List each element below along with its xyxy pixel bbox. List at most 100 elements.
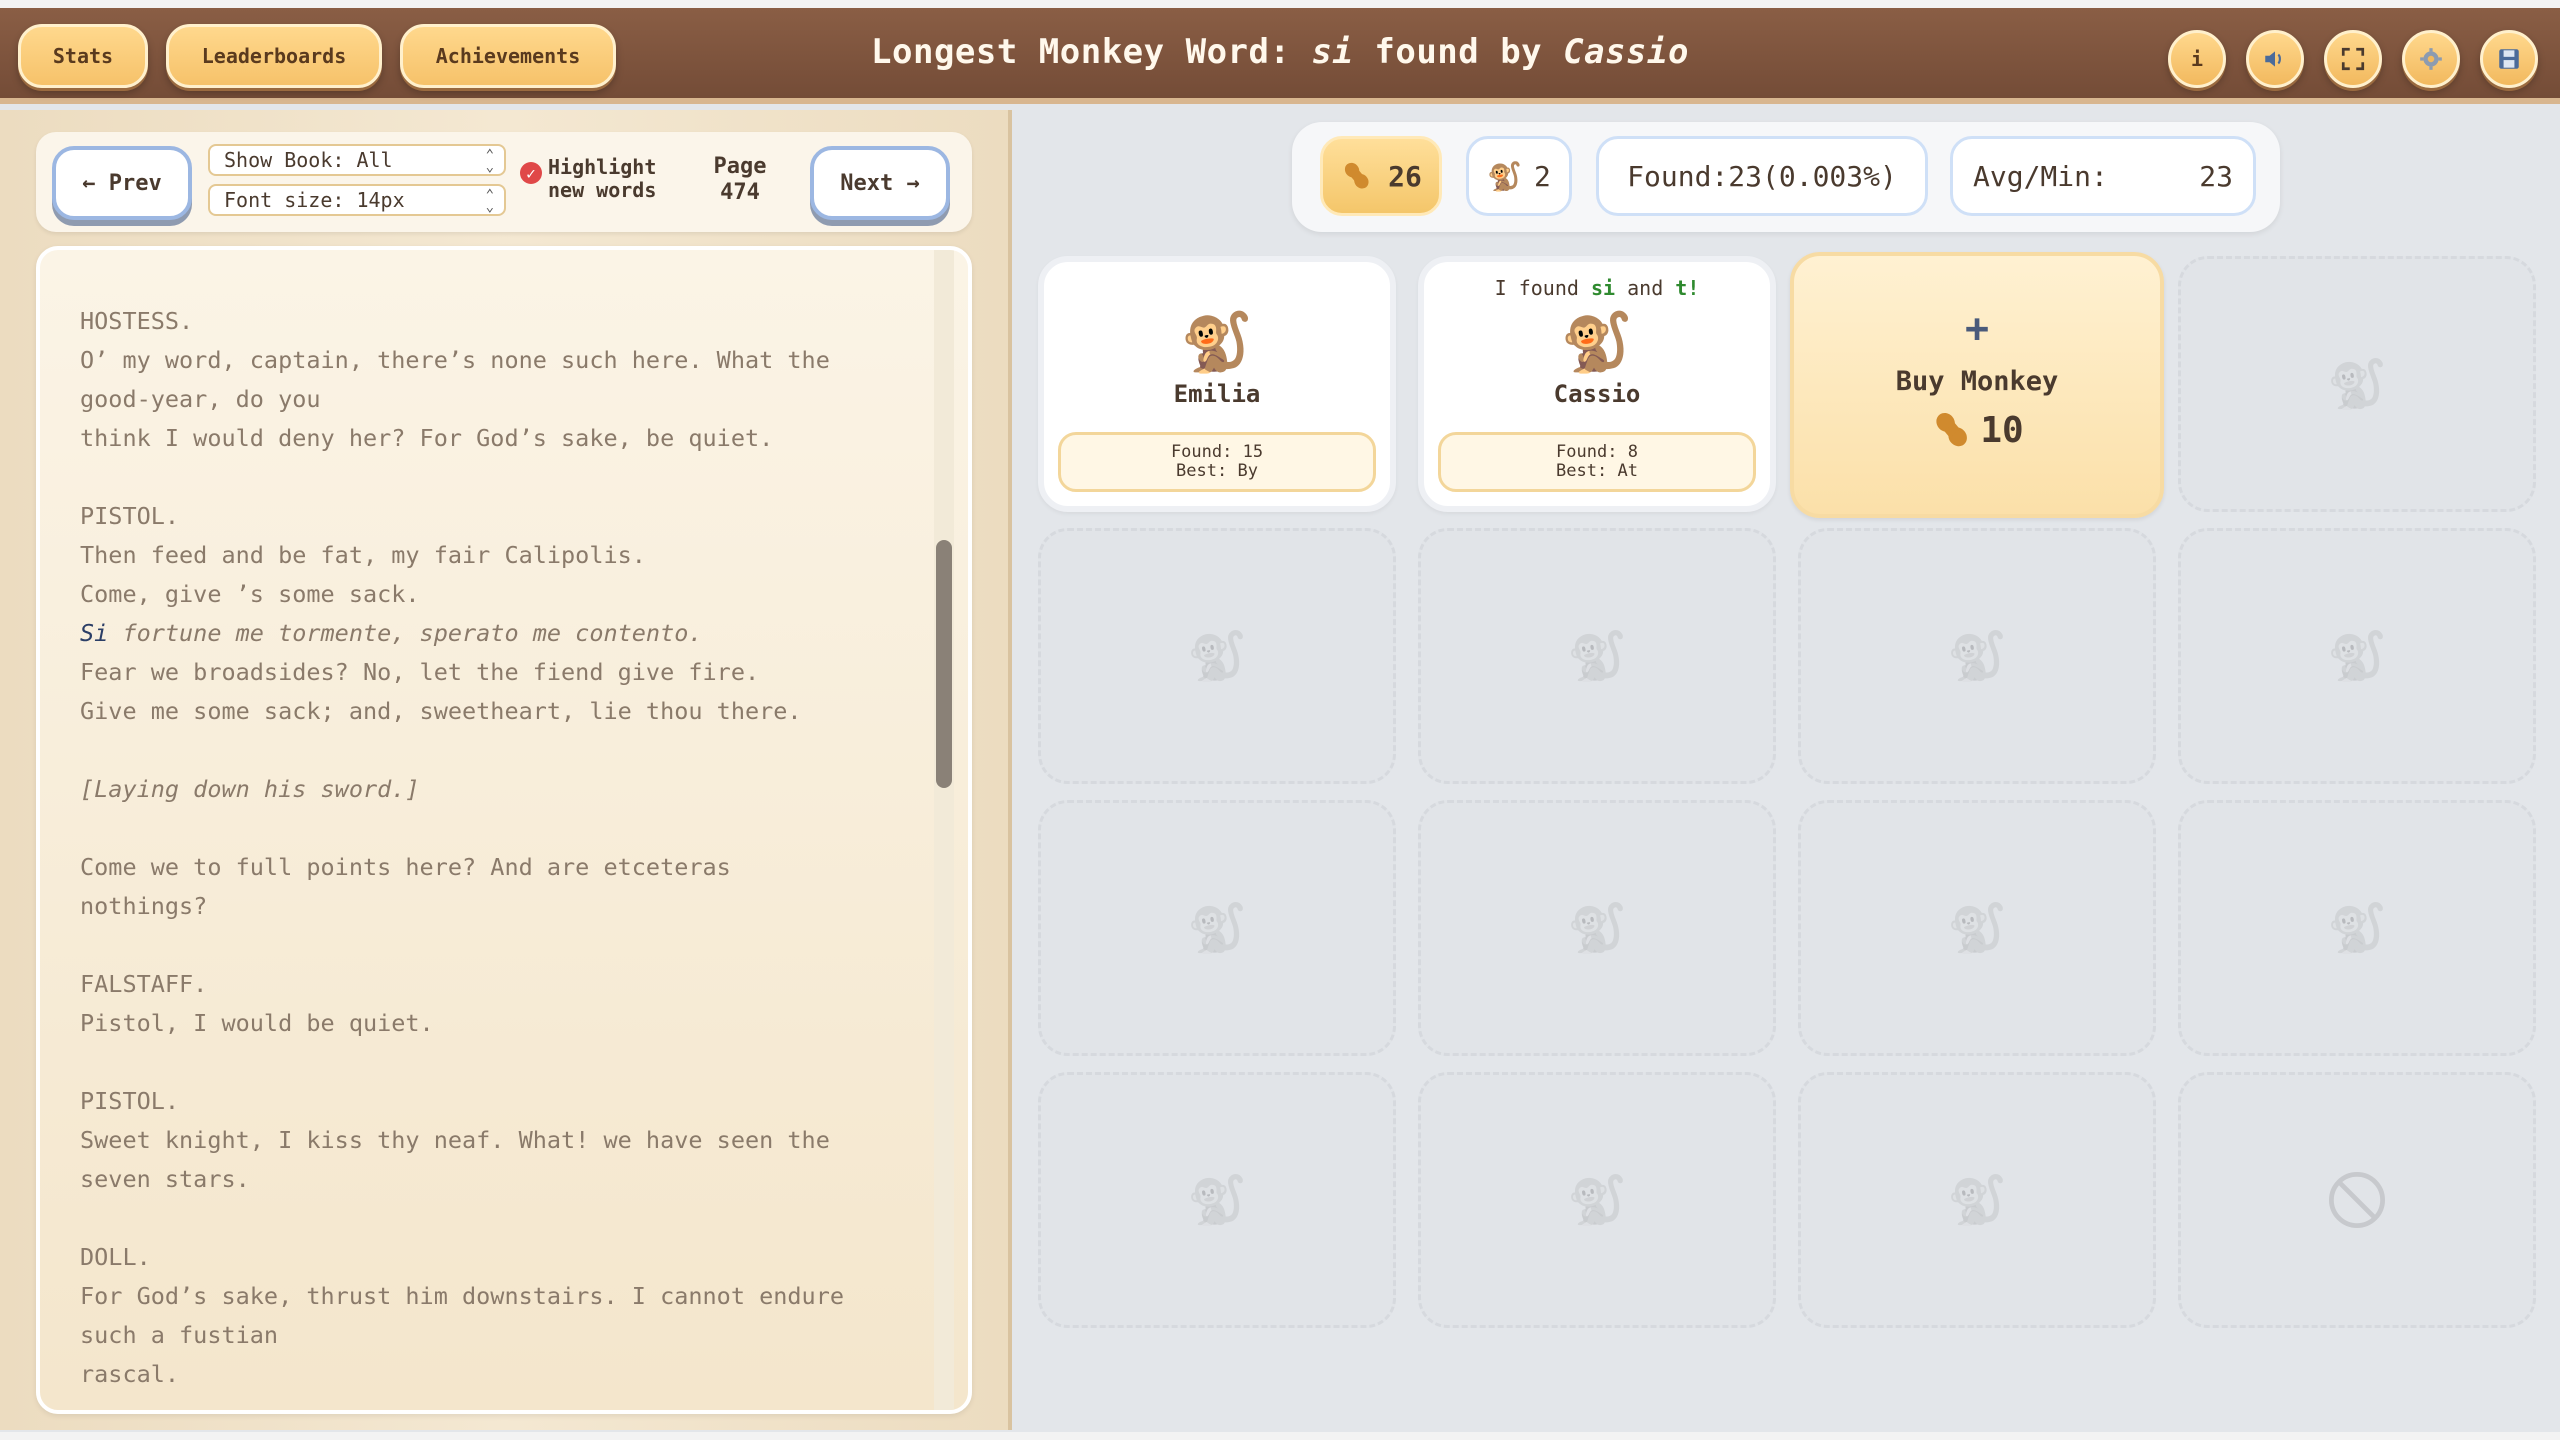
save-button[interactable] xyxy=(2480,30,2538,88)
avg-per-min: Avg/Min: 23 xyxy=(1950,136,2256,216)
achievements-button[interactable]: Achievements xyxy=(400,24,616,88)
page-label: Page xyxy=(713,154,767,179)
header-bar: Stats Leaderboards Achievements Longest … xyxy=(0,8,2560,104)
monkey-stats: Found: 15 Best: By xyxy=(1058,432,1376,492)
monkey-card-cassio[interactable]: I found si and t! 🐒 Cassio Found: 8 Best… xyxy=(1418,256,1776,512)
show-book-select[interactable]: Show Book: All ⌃ ⌄ xyxy=(208,144,506,176)
speech-and: and xyxy=(1627,276,1664,300)
book-page: HOSTESS. O’ my word, captain, there’s non… xyxy=(36,246,972,1414)
buy-price: 10 xyxy=(1794,408,2160,452)
monkey-silhouette-icon: 🐒 xyxy=(1947,628,2007,685)
buy-monkey-label: Buy Monkey xyxy=(1895,366,2059,397)
monkey-silhouette-icon: 🐒 xyxy=(1567,1172,1627,1229)
empty-slot: 🐒 xyxy=(1038,800,1396,1056)
monkey-best: Best: By xyxy=(1176,461,1258,481)
monkey-silhouette-icon: 🐒 xyxy=(1947,900,2007,957)
book-line xyxy=(80,1199,930,1238)
book-line: Then feed and be fat, my fair Calipolis. xyxy=(80,541,646,569)
book-line xyxy=(80,809,930,848)
book-line: Si fortune me tormente, sperato me conte… xyxy=(80,619,703,647)
stats-bar: 26 🐒 2 Found:23(0.003%) Avg/Min: 23 xyxy=(1292,122,2280,232)
buy-monkey-button[interactable]: + Buy Monkey 10 xyxy=(1790,252,2164,518)
peanut-count: 26 xyxy=(1388,159,1422,193)
prev-page-button[interactable]: ← Prev xyxy=(52,146,192,220)
settings-button[interactable] xyxy=(2402,30,2460,88)
monkey-found: Found: 15 xyxy=(1170,442,1264,462)
fullscreen-button[interactable] xyxy=(2324,30,2382,88)
book-line xyxy=(80,731,930,770)
book-line: Come, give ’s some sack. xyxy=(80,580,420,608)
save-icon xyxy=(2499,49,2519,69)
empty-slot: 🐒 xyxy=(1798,800,2156,1056)
empty-slot: 🐒 xyxy=(1418,1072,1776,1328)
empty-slot: 🐒 xyxy=(1038,1072,1396,1328)
empty-slot: 🐒 xyxy=(1798,528,2156,784)
peanut-icon xyxy=(1936,412,1968,447)
found-value: Found:23(0.003%) xyxy=(1627,159,1897,193)
empty-slot: 🐒 xyxy=(2178,528,2536,784)
scrollbar-thumb[interactable] xyxy=(936,540,952,788)
monkey-silhouette-icon: 🐒 xyxy=(1947,1172,2007,1229)
monkey-name: Emilia xyxy=(1173,380,1261,408)
monkey-silhouette-icon: 🐒 xyxy=(1187,628,1247,685)
blocked-icon xyxy=(2329,1172,2385,1228)
book-line: PISTOL. xyxy=(80,1087,180,1115)
book-line: Give me some sack; and, sweetheart, lie … xyxy=(80,697,802,725)
highlight-label-line2: new words xyxy=(548,178,657,202)
info-button[interactable]: i xyxy=(2168,30,2226,88)
book-line: O’ my word, captain, there’s none such h… xyxy=(80,346,830,374)
avg-value: 23 xyxy=(2199,159,2233,193)
sound-button[interactable] xyxy=(2246,30,2304,88)
title-prefix: Longest Monkey Word: xyxy=(871,32,1291,72)
book-line: Pistol, I would be quiet. xyxy=(80,1009,434,1037)
title-author: Cassio xyxy=(1563,32,1689,72)
monkey-count: 2 xyxy=(1534,159,1551,193)
book-scrollbar[interactable] xyxy=(934,250,954,1410)
monkey-card-emilia[interactable]: 🐒 Emilia Found: 15 Best: By xyxy=(1038,256,1396,512)
monkey-silhouette-icon: 🐒 xyxy=(1187,1172,1247,1229)
monkey-found: Found: 8 xyxy=(1556,442,1638,462)
monkey-silhouette-icon: 🐒 xyxy=(2327,900,2387,957)
book-line: think I would deny her? For God’s sake, … xyxy=(80,424,774,452)
leaderboards-button[interactable]: Leaderboards xyxy=(166,24,382,88)
book-line: Sweet knight, I kiss thy neaf. What! we … xyxy=(80,1126,830,1154)
book-line: For God’s sake, thrust him downstairs. I… xyxy=(80,1282,845,1310)
window-bottom-strip xyxy=(0,1432,2560,1440)
speech-word: t! xyxy=(1675,276,1700,300)
book-line xyxy=(80,458,930,497)
book-line: FALSTAFF. xyxy=(80,970,208,998)
sound-icon xyxy=(2265,51,2281,67)
highlighted-word: Si xyxy=(80,619,109,647)
empty-slot: 🐒 xyxy=(1418,528,1776,784)
empty-slot: 🐒 xyxy=(1798,1072,2156,1328)
book-line: DOLL. xyxy=(80,1243,151,1271)
highlight-checkbox[interactable]: ✓ xyxy=(520,162,542,184)
info-icon: i xyxy=(2190,47,2204,71)
monkey-silhouette-icon: 🐒 xyxy=(1567,628,1627,685)
select-caret-icon: ⌃ ⌄ xyxy=(485,147,494,175)
book-line: Fear we broadsides? No, let the fiend gi… xyxy=(80,658,760,686)
avg-label: Avg/Min: xyxy=(1973,159,2108,193)
monkey-name: Cassio xyxy=(1553,380,1641,408)
empty-slot: 🐒 xyxy=(1418,800,1776,1056)
title-word: si xyxy=(1311,32,1354,72)
highlight-label-line1: Highlight xyxy=(548,155,657,179)
page-title: Longest Monkey Word: si found by Cassio xyxy=(700,32,1860,82)
book-line: HOSTESS. xyxy=(80,307,194,335)
book-line: rascal. xyxy=(80,1360,180,1388)
found-counter: Found:23(0.003%) xyxy=(1596,136,1928,216)
book-line xyxy=(80,926,930,965)
font-size-value: Font size: 14px xyxy=(224,188,405,212)
plus-icon: + xyxy=(1964,306,1990,352)
monkey-best: Best: At xyxy=(1556,461,1638,481)
book-line: nothings? xyxy=(80,892,208,920)
font-size-select[interactable]: Font size: 14px ⌃ ⌄ xyxy=(208,184,506,216)
next-page-button[interactable]: Next → xyxy=(810,146,950,220)
book-line xyxy=(80,1043,930,1082)
book-line: Come we to full points here? And are etc… xyxy=(80,853,731,881)
fullscreen-icon xyxy=(2341,47,2365,71)
monkey-icon: 🐒 xyxy=(1180,308,1254,376)
reader-controls: ← Prev Show Book: All ⌃ ⌄ Font size: 14px… xyxy=(36,132,972,232)
stats-button[interactable]: Stats xyxy=(18,24,148,88)
monkey-speech: I found si and t! xyxy=(1424,276,1770,300)
